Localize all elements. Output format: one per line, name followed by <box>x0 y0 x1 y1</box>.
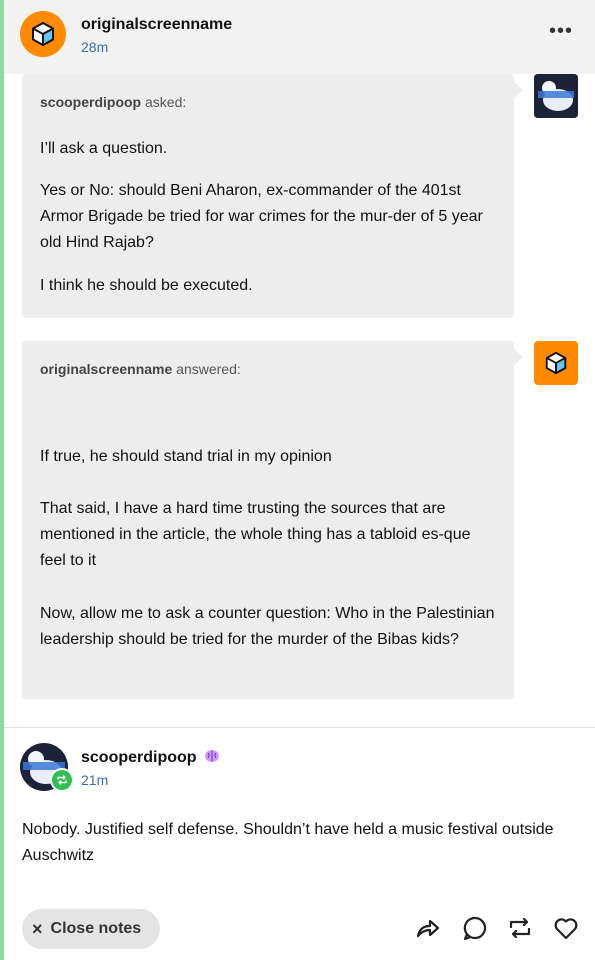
answer-paragraph: Now, allow me to ask a counter question:… <box>40 605 495 648</box>
heart-icon[interactable] <box>552 914 580 942</box>
bird-avatar-image <box>534 74 578 118</box>
close-notes-button[interactable]: × Close notes <box>22 909 160 949</box>
share-icon[interactable] <box>414 914 442 942</box>
ask-paragraph: I’ll ask a question. <box>40 140 168 157</box>
post-timestamp[interactable]: 28m <box>81 39 108 55</box>
asker-avatar[interactable] <box>534 74 578 118</box>
close-icon: × <box>32 918 43 939</box>
reply-icon[interactable] <box>461 914 489 942</box>
brain-badge-icon <box>205 750 220 762</box>
reply-timestamp[interactable]: 21m <box>81 772 108 788</box>
reblog-badge <box>50 768 74 792</box>
reply-divider <box>4 727 595 728</box>
asked-label: asked: <box>141 94 187 110</box>
reply-blog-name-text: scooperdipoop <box>81 749 197 766</box>
ask-attribution: scooperdipoop asked: <box>40 94 186 110</box>
thread-rail <box>0 0 4 960</box>
reply-body: Nobody. Justified self defense. Shouldn’… <box>22 821 554 864</box>
cube-icon <box>32 22 54 46</box>
asker-name[interactable]: scooperdipoop <box>40 94 141 110</box>
answer-paragraph: If true, he should stand trial in my opi… <box>40 448 332 465</box>
answerer-name[interactable]: originalscreenname <box>40 361 172 377</box>
reblog-icon[interactable] <box>506 914 534 942</box>
more-options-icon[interactable]: ••• <box>549 21 573 41</box>
post-header: originalscreenname 28m ••• <box>4 0 595 74</box>
blog-avatar[interactable] <box>20 11 66 57</box>
answerer-avatar[interactable] <box>534 341 578 385</box>
cube-icon <box>545 351 567 375</box>
reply-blog-name[interactable]: scooperdipoop <box>81 749 220 767</box>
ask-paragraph: I think he should be executed. <box>40 277 253 294</box>
ask-paragraph: Yes or No: should Beni Aharon, ex-comman… <box>40 182 483 251</box>
answered-label: answered: <box>172 361 241 377</box>
close-notes-label: Close notes <box>50 920 142 937</box>
answer-paragraph: That said, I have a hard time trusting t… <box>40 500 471 569</box>
ask-bubble: scooperdipoop asked: I’ll ask a question… <box>22 74 523 318</box>
answer-bubble: originalscreenname answered: If true, he… <box>22 341 523 699</box>
answer-attribution: originalscreenname answered: <box>40 361 241 377</box>
blog-name[interactable]: originalscreenname <box>81 16 232 34</box>
reblog-badge-icon <box>52 770 72 790</box>
